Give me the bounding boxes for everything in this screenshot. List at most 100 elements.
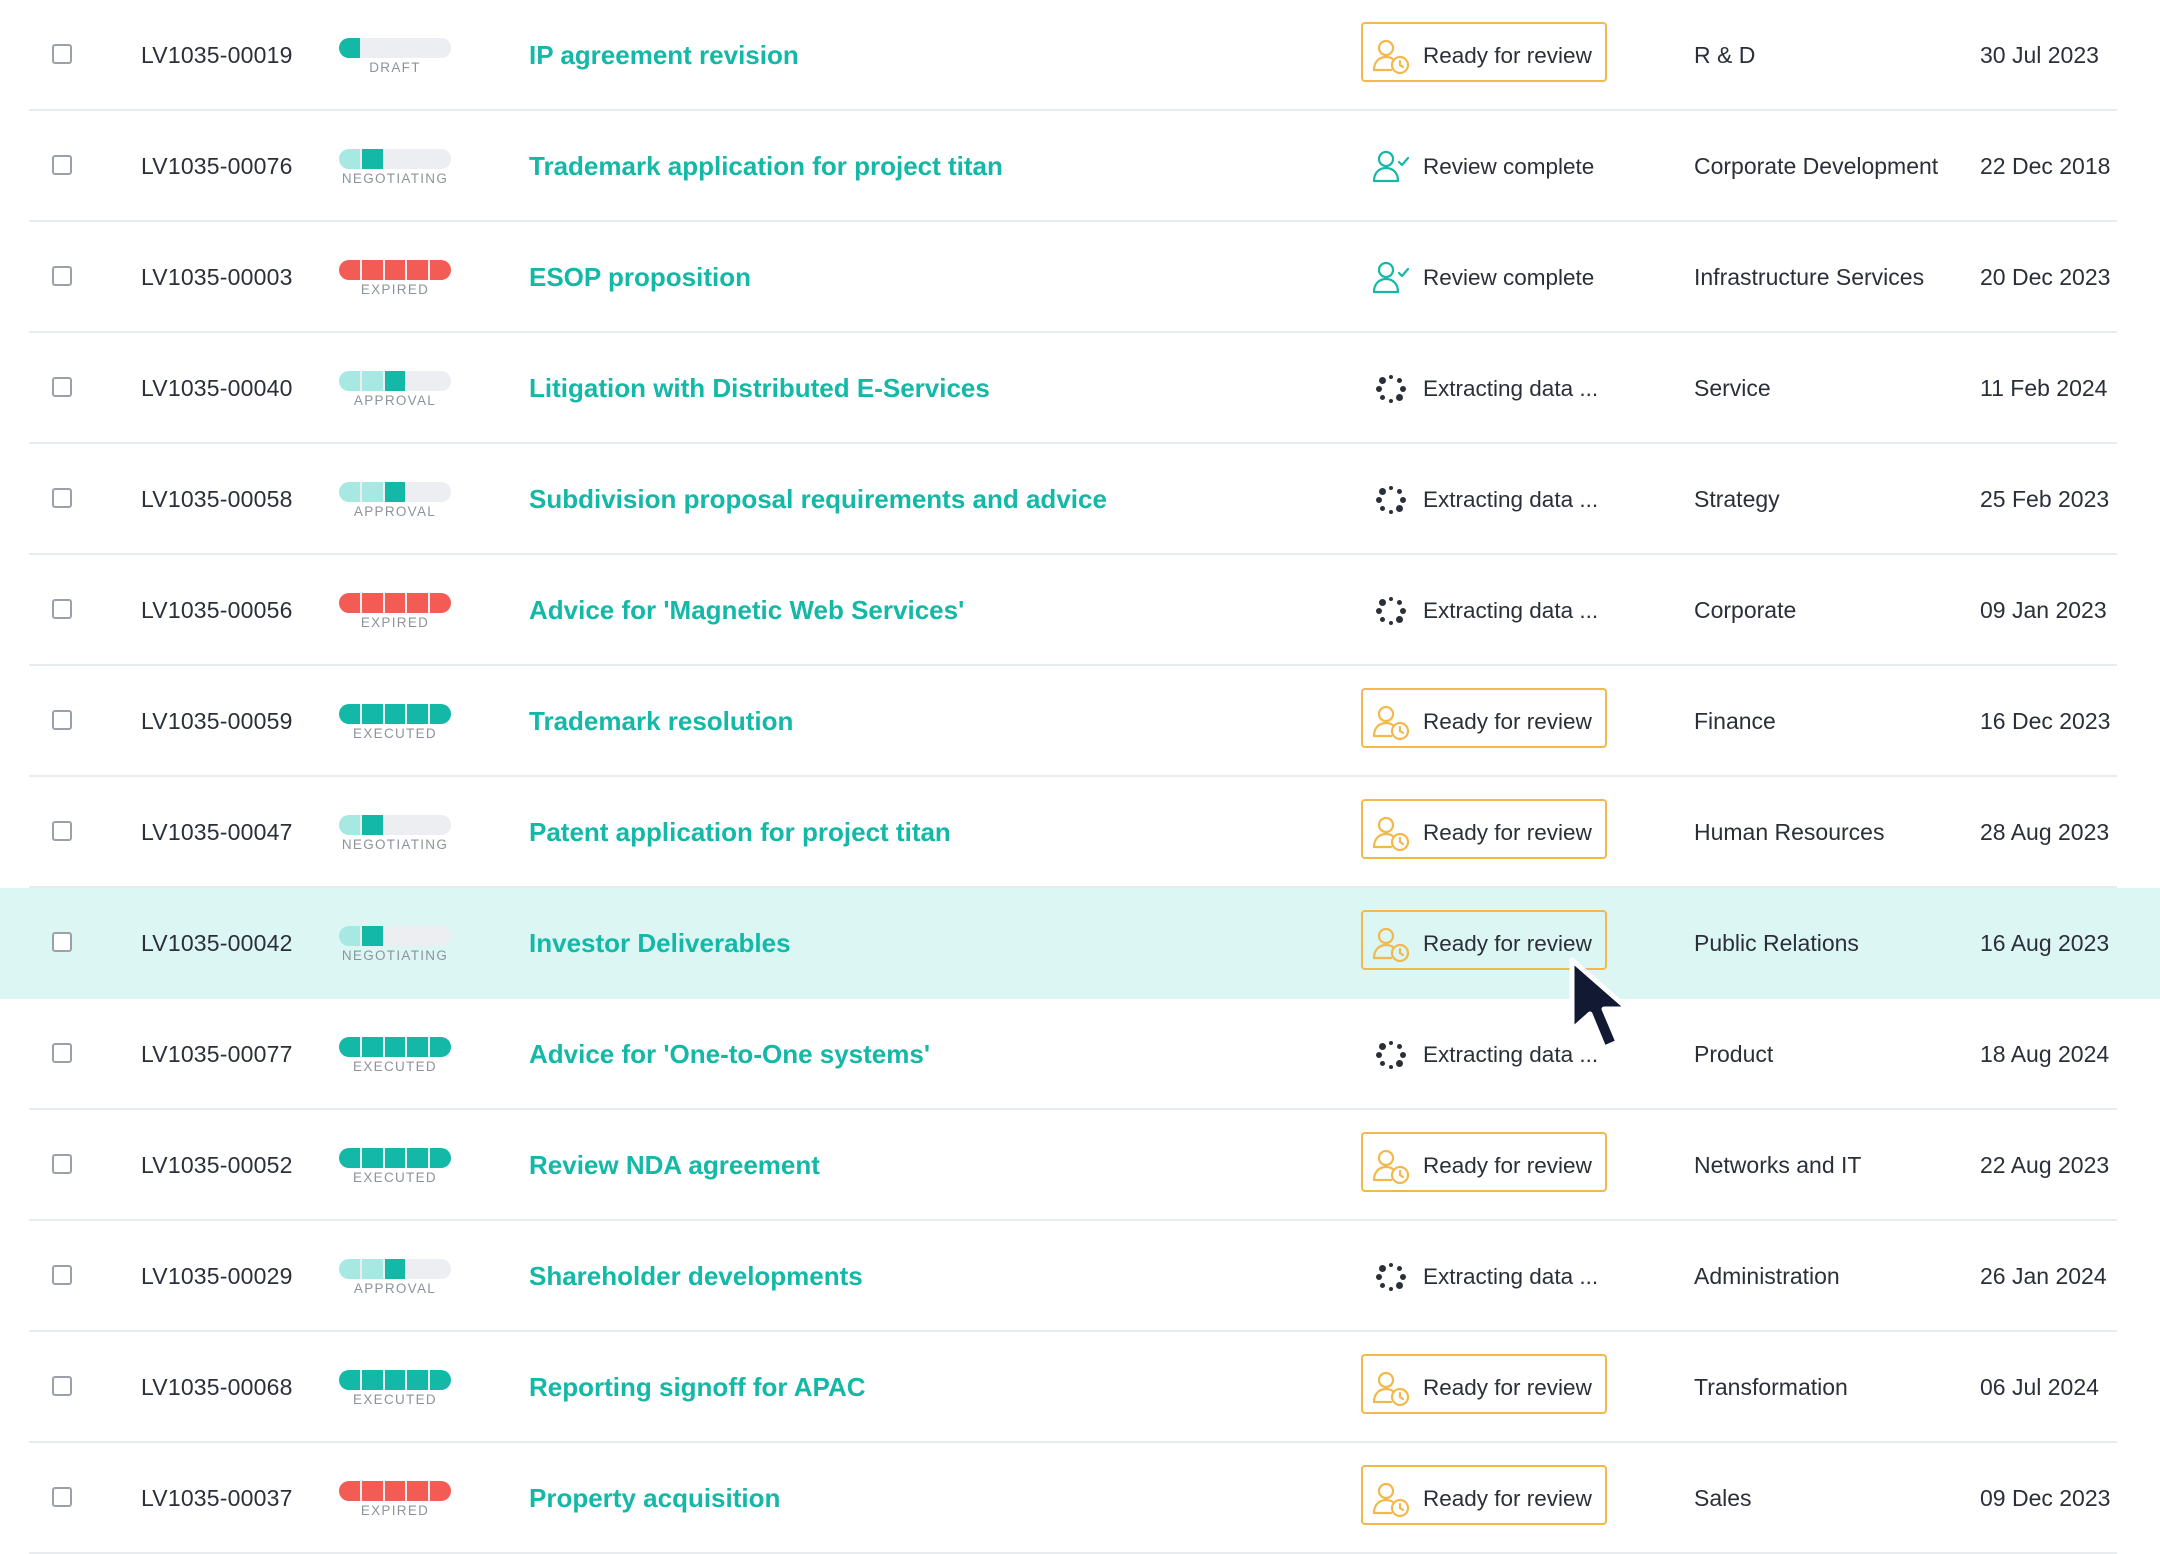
- stage-progress-bar: [339, 38, 451, 58]
- status-cell[interactable]: Ready for review: [1371, 666, 1592, 777]
- matter-id: LV1035-00037: [141, 1485, 293, 1511]
- date: 09 Jan 2023: [1980, 597, 2107, 623]
- department: Public Relations: [1694, 930, 1859, 956]
- row-checkbox[interactable]: [52, 44, 72, 64]
- matter-title-link[interactable]: Litigation with Distributed E-Services: [529, 333, 990, 444]
- status-label: Ready for review: [1423, 930, 1592, 956]
- table-row[interactable]: LV1035-00019 DRAFT IP agreement revision…: [0, 0, 2160, 111]
- user-clock-icon: [1371, 924, 1411, 964]
- row-checkbox[interactable]: [52, 1154, 72, 1174]
- department: Corporate Development: [1694, 153, 1939, 179]
- table-row[interactable]: LV1035-00058 APPROVAL Subdivision propos…: [0, 444, 2160, 555]
- matter-title-link[interactable]: Trademark application for project titan: [529, 111, 1003, 222]
- stage-progress-bar: [339, 815, 451, 835]
- department: Infrastructure Services: [1694, 264, 1925, 290]
- department: Finance: [1694, 708, 1776, 734]
- row-checkbox[interactable]: [52, 488, 72, 508]
- stage-segment: [407, 482, 429, 502]
- status-label: Review complete: [1423, 153, 1595, 179]
- stage-segment: [339, 38, 360, 58]
- table-row[interactable]: LV1035-00047 NEGOTIATING Patent applicat…: [0, 777, 2160, 888]
- stage-segment: [407, 1370, 429, 1390]
- row-checkbox[interactable]: [52, 1376, 72, 1396]
- row-checkbox[interactable]: [52, 1043, 72, 1063]
- stage-segment: [430, 593, 451, 613]
- stage-segment: [361, 38, 383, 58]
- row-checkbox[interactable]: [52, 710, 72, 730]
- status-label: Extracting data ...: [1423, 486, 1599, 512]
- matter-title-link[interactable]: Subdivision proposal requirements and ad…: [529, 444, 1107, 555]
- loading-spinner-icon: [1371, 480, 1411, 520]
- row-checkbox[interactable]: [52, 266, 72, 286]
- date: 16 Dec 2023: [1980, 708, 2111, 734]
- stage-progress-bar: [339, 593, 451, 613]
- row-checkbox[interactable]: [52, 1487, 72, 1507]
- matter-title-link[interactable]: Investor Deliverables: [529, 888, 791, 999]
- stage-segment: [407, 149, 429, 169]
- stage-label: APPROVAL: [353, 393, 437, 408]
- matter-title-link[interactable]: Trademark resolution: [529, 666, 793, 777]
- matter-title-link[interactable]: IP agreement revision: [529, 0, 799, 111]
- matter-title-link[interactable]: ESOP proposition: [529, 222, 751, 333]
- stage-segment: [361, 926, 383, 946]
- stage-segment: [430, 815, 451, 835]
- matter-title-link[interactable]: Review NDA agreement: [529, 1110, 820, 1221]
- stage-segment: [361, 1037, 383, 1057]
- user-clock-icon: [1371, 813, 1411, 853]
- matter-title-link[interactable]: Shareholder developments: [529, 1221, 863, 1332]
- stage-label: NEGOTIATING: [341, 171, 449, 186]
- table-row[interactable]: LV1035-00029 APPROVAL Shareholder develo…: [0, 1221, 2160, 1332]
- user-clock-icon: [1371, 702, 1411, 742]
- table-row[interactable]: LV1035-00077 EXECUTED Advice for 'One-to…: [0, 999, 2160, 1110]
- table-row[interactable]: LV1035-00037 EXPIRED Property acquisitio…: [0, 1443, 2160, 1554]
- matter-title-link[interactable]: Reporting signoff for APAC: [529, 1332, 866, 1443]
- row-checkbox[interactable]: [52, 155, 72, 175]
- stage-segment: [339, 926, 360, 946]
- table-row[interactable]: LV1035-00059 EXECUTED Trademark resoluti…: [0, 666, 2160, 777]
- row-checkbox[interactable]: [52, 377, 72, 397]
- row-checkbox[interactable]: [52, 1265, 72, 1285]
- status-cell[interactable]: Ready for review: [1371, 1332, 1592, 1443]
- matter-title-link[interactable]: Property acquisition: [529, 1443, 780, 1554]
- stage-segment: [361, 1259, 383, 1279]
- stage-indicator: EXECUTED: [339, 1148, 451, 1185]
- table-row[interactable]: LV1035-00056 EXPIRED Advice for 'Magneti…: [0, 555, 2160, 666]
- status-cell[interactable]: Ready for review: [1371, 1110, 1592, 1221]
- stage-progress-bar: [339, 926, 451, 946]
- stage-label: NEGOTIATING: [341, 948, 449, 963]
- row-checkbox[interactable]: [52, 599, 72, 619]
- stage-indicator: EXPIRED: [339, 1481, 451, 1518]
- stage-label: EXPIRED: [360, 615, 430, 630]
- stage-segment: [339, 371, 360, 391]
- stage-segment: [384, 593, 406, 613]
- table-row[interactable]: LV1035-00068 EXECUTED Reporting signoff …: [0, 1332, 2160, 1443]
- status-cell[interactable]: Ready for review: [1371, 777, 1592, 888]
- row-checkbox[interactable]: [52, 932, 72, 952]
- status-label: Extracting data ...: [1423, 597, 1599, 623]
- stage-progress-bar: [339, 1481, 451, 1501]
- status-cell: Review complete: [1371, 222, 1594, 333]
- table-row[interactable]: LV1035-00052 EXECUTED Review NDA agreeme…: [0, 1110, 2160, 1221]
- status-cell[interactable]: Ready for review: [1371, 0, 1592, 111]
- table-row[interactable]: LV1035-00003 EXPIRED ESOP proposition Re…: [0, 222, 2160, 333]
- stage-indicator: EXPIRED: [339, 593, 451, 630]
- table-row[interactable]: LV1035-00040 APPROVAL Litigation with Di…: [0, 333, 2160, 444]
- table-row[interactable]: LV1035-00076 NEGOTIATING Trademark appli…: [0, 111, 2160, 222]
- department: Administration: [1694, 1263, 1840, 1289]
- matter-title-link[interactable]: Advice for 'One-to-One systems': [529, 999, 930, 1110]
- stage-indicator: NEGOTIATING: [339, 149, 451, 186]
- date: 30 Jul 2023: [1980, 42, 2099, 68]
- stage-segment: [361, 371, 383, 391]
- status-label: Ready for review: [1423, 1152, 1592, 1178]
- row-checkbox[interactable]: [52, 821, 72, 841]
- status-cell[interactable]: Ready for review: [1371, 888, 1592, 999]
- table-row[interactable]: LV1035-00042 NEGOTIATING Investor Delive…: [0, 888, 2160, 999]
- stage-segment: [430, 260, 451, 280]
- status-cell[interactable]: Ready for review: [1371, 1443, 1592, 1554]
- stage-segment: [361, 1481, 383, 1501]
- matter-title-link[interactable]: Advice for 'Magnetic Web Services': [529, 555, 964, 666]
- date: 25 Feb 2023: [1980, 486, 2110, 512]
- matter-title-link[interactable]: Patent application for project titan: [529, 777, 951, 888]
- stage-segment: [339, 1148, 360, 1168]
- matter-id: LV1035-00068: [141, 1374, 293, 1400]
